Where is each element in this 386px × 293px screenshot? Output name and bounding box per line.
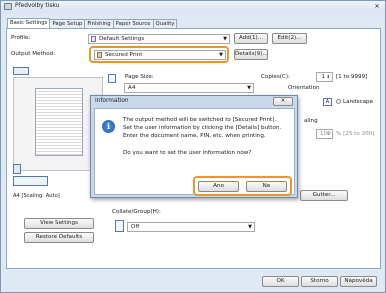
preview-sheet: [35, 88, 83, 156]
dialog-title: Information: [95, 98, 129, 104]
profile-icon: [91, 36, 96, 42]
copies-label: Copies(C):: [261, 74, 290, 80]
landscape-label: Landscape: [343, 99, 374, 105]
view-settings-button[interactable]: View Settings: [24, 218, 94, 229]
preview-caption: A4 [Scaling: Auto]: [13, 193, 60, 199]
page-size-icon: [108, 74, 116, 83]
restore-defaults-button[interactable]: Restore Defaults: [24, 232, 94, 243]
chevron-down-icon: ▼: [248, 224, 252, 230]
orientation-label: Orientation: [288, 85, 320, 91]
spin-icon[interactable]: ⬍: [327, 73, 330, 81]
collate-select[interactable]: Off ▼: [127, 222, 255, 232]
profile-value: Default Settings: [99, 36, 145, 42]
chevron-down-icon: ▼: [223, 36, 227, 42]
layout-icon[interactable]: [13, 164, 21, 174]
dialog-line-1: The output method will be switched to [S…: [123, 117, 277, 123]
copies-input[interactable]: 1 ⬍: [316, 72, 333, 82]
tab-page-setup[interactable]: Page Setup: [49, 19, 86, 28]
information-dialog: Information i The output method will be …: [90, 95, 298, 198]
scaling-input[interactable]: 100 ⬍: [316, 129, 333, 139]
add-profile-button[interactable]: Add(1)...: [234, 33, 268, 44]
close-icon[interactable]: ✕: [372, 3, 382, 11]
info-icon: i: [102, 120, 115, 133]
page-size-select[interactable]: A4 ▼: [124, 83, 254, 93]
dialog-line-4: Do you want to set the user information …: [123, 150, 252, 156]
ok-button[interactable]: OK: [262, 276, 299, 287]
help-button[interactable]: Nápověda: [340, 276, 377, 287]
chevron-down-icon: ▼: [247, 85, 251, 91]
copies-value: 1: [321, 74, 325, 80]
tab-basic-settings[interactable]: Basic Settings: [7, 18, 51, 28]
tab-quality[interactable]: Quality: [152, 19, 178, 28]
dialog-line-3: Enter the document name, PIN, etc. when …: [123, 133, 266, 139]
collate-label: Collate/Group(H):: [112, 209, 161, 215]
cancel-button[interactable]: Storno: [301, 276, 338, 287]
window-title: Předvolby tisku: [15, 3, 60, 9]
details-button[interactable]: Details(9)...: [234, 49, 268, 60]
tab-strip: Basic Settings Page Setup Finishing Pape…: [7, 18, 178, 28]
printer-icon: [4, 3, 12, 10]
landscape-radio[interactable]: [336, 99, 341, 104]
close-icon: ✕: [280, 98, 286, 104]
page-size-label: Page Size:: [125, 74, 154, 80]
dialog-buttons-highlight: [193, 176, 292, 196]
scaling-label: aling: [304, 118, 318, 124]
output-method-highlight: [89, 46, 229, 63]
edit-profile-button[interactable]: Edit(2)...: [272, 33, 307, 44]
dialog-line-2: Set the user information by clicking the…: [123, 125, 282, 131]
tab-finishing[interactable]: Finishing: [84, 19, 114, 28]
dialog-close-button[interactable]: ✕: [273, 97, 293, 106]
profile-select[interactable]: Default Settings ▼: [88, 34, 230, 44]
collate-icon: [115, 220, 124, 232]
spin-icon: ⬍: [326, 131, 330, 136]
profile-label: Profile:: [11, 35, 31, 41]
copies-range: [1 to 9999]: [336, 74, 368, 80]
title-bar: Předvolby tisku ✕: [1, 1, 385, 13]
finishing-icons: [13, 176, 48, 186]
landscape-icon: A: [323, 98, 332, 106]
page-size-value: A4: [128, 85, 136, 91]
gutter-button[interactable]: Gutter...: [300, 190, 348, 201]
output-method-label: Output Method:: [11, 51, 56, 57]
view-toggle-icons: [13, 67, 29, 75]
scaling-range: % [25 to 200]: [336, 131, 375, 137]
collate-value: Off: [131, 224, 140, 230]
tab-paper-source[interactable]: Paper Source: [112, 19, 154, 28]
